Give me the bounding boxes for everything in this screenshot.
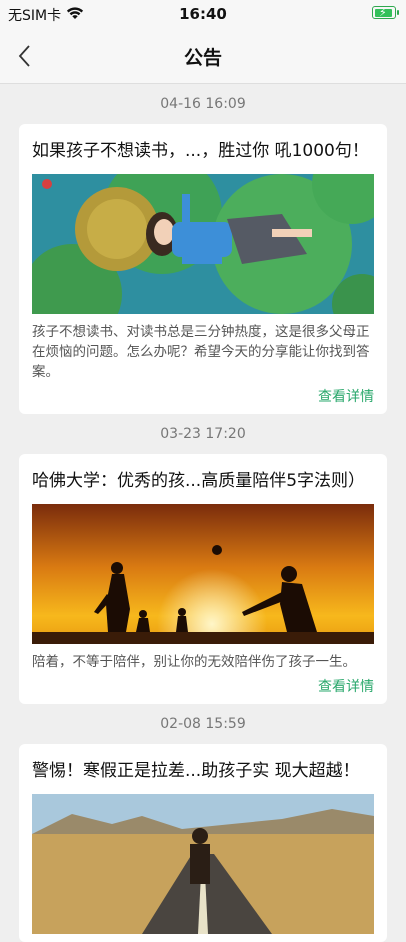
announcement-card[interactable]: 如果孩子不想读书，...，胜过你 吼1000句！ 孩子不想读书、对读书总是三分钟… [19,124,387,414]
announcement-description: 孩子不想读书、对读书总是三分钟热度，这是很多父母正在烦恼的问题。怎么办呢？希望今… [32,324,370,380]
status-bar: 无SIM卡 16:40 ⚡ [0,0,406,28]
announcement-feed: 04-16 16:09 如果孩子不想读书，...，胜过你 吼1000句！ 孩子不… [0,84,406,942]
nav-bar: 公告 [0,28,406,84]
view-details-link[interactable]: 查看详情 [318,679,374,695]
announcement-description: 陪着，不等于陪伴，别让你的无效陪伴伤了孩子一生。 [32,654,356,670]
chevron-left-icon[interactable] [14,42,38,70]
person-walking-on-desert-road[interactable] [32,794,374,934]
announcement-card[interactable]: 警惕！寒假正是拉差...助孩子实 现大超越！ [19,744,387,942]
view-details-link[interactable]: 查看详情 [318,389,374,405]
announcement-title[interactable]: 如果孩子不想读书，...，胜过你 吼1000句！ [32,136,374,166]
announcement-title[interactable]: 警惕！寒假正是拉差...助孩子实 现大超越！ [32,756,374,786]
announcement-card[interactable]: 哈佛大学：优秀的孩...高质量陪伴5字法则） 陪着，不等于陪伴，别让你的无效陪伴… [19,454,387,704]
announcement-time: 04-16 16:09 [160,96,246,112]
battery-charging-icon: ⚡ [372,6,399,19]
page-title: 公告 [183,47,222,69]
announcement-time: 03-23 17:20 [160,426,246,442]
girl-lying-on-lily-pads-illustration[interactable] [32,174,374,314]
announcement-title[interactable]: 哈佛大学：优秀的孩...高质量陪伴5字法则） [32,466,374,496]
status-time: 16:40 [179,5,227,23]
family-silhouette-at-sunset[interactable] [32,504,374,644]
announcement-time: 02-08 15:59 [160,716,246,732]
